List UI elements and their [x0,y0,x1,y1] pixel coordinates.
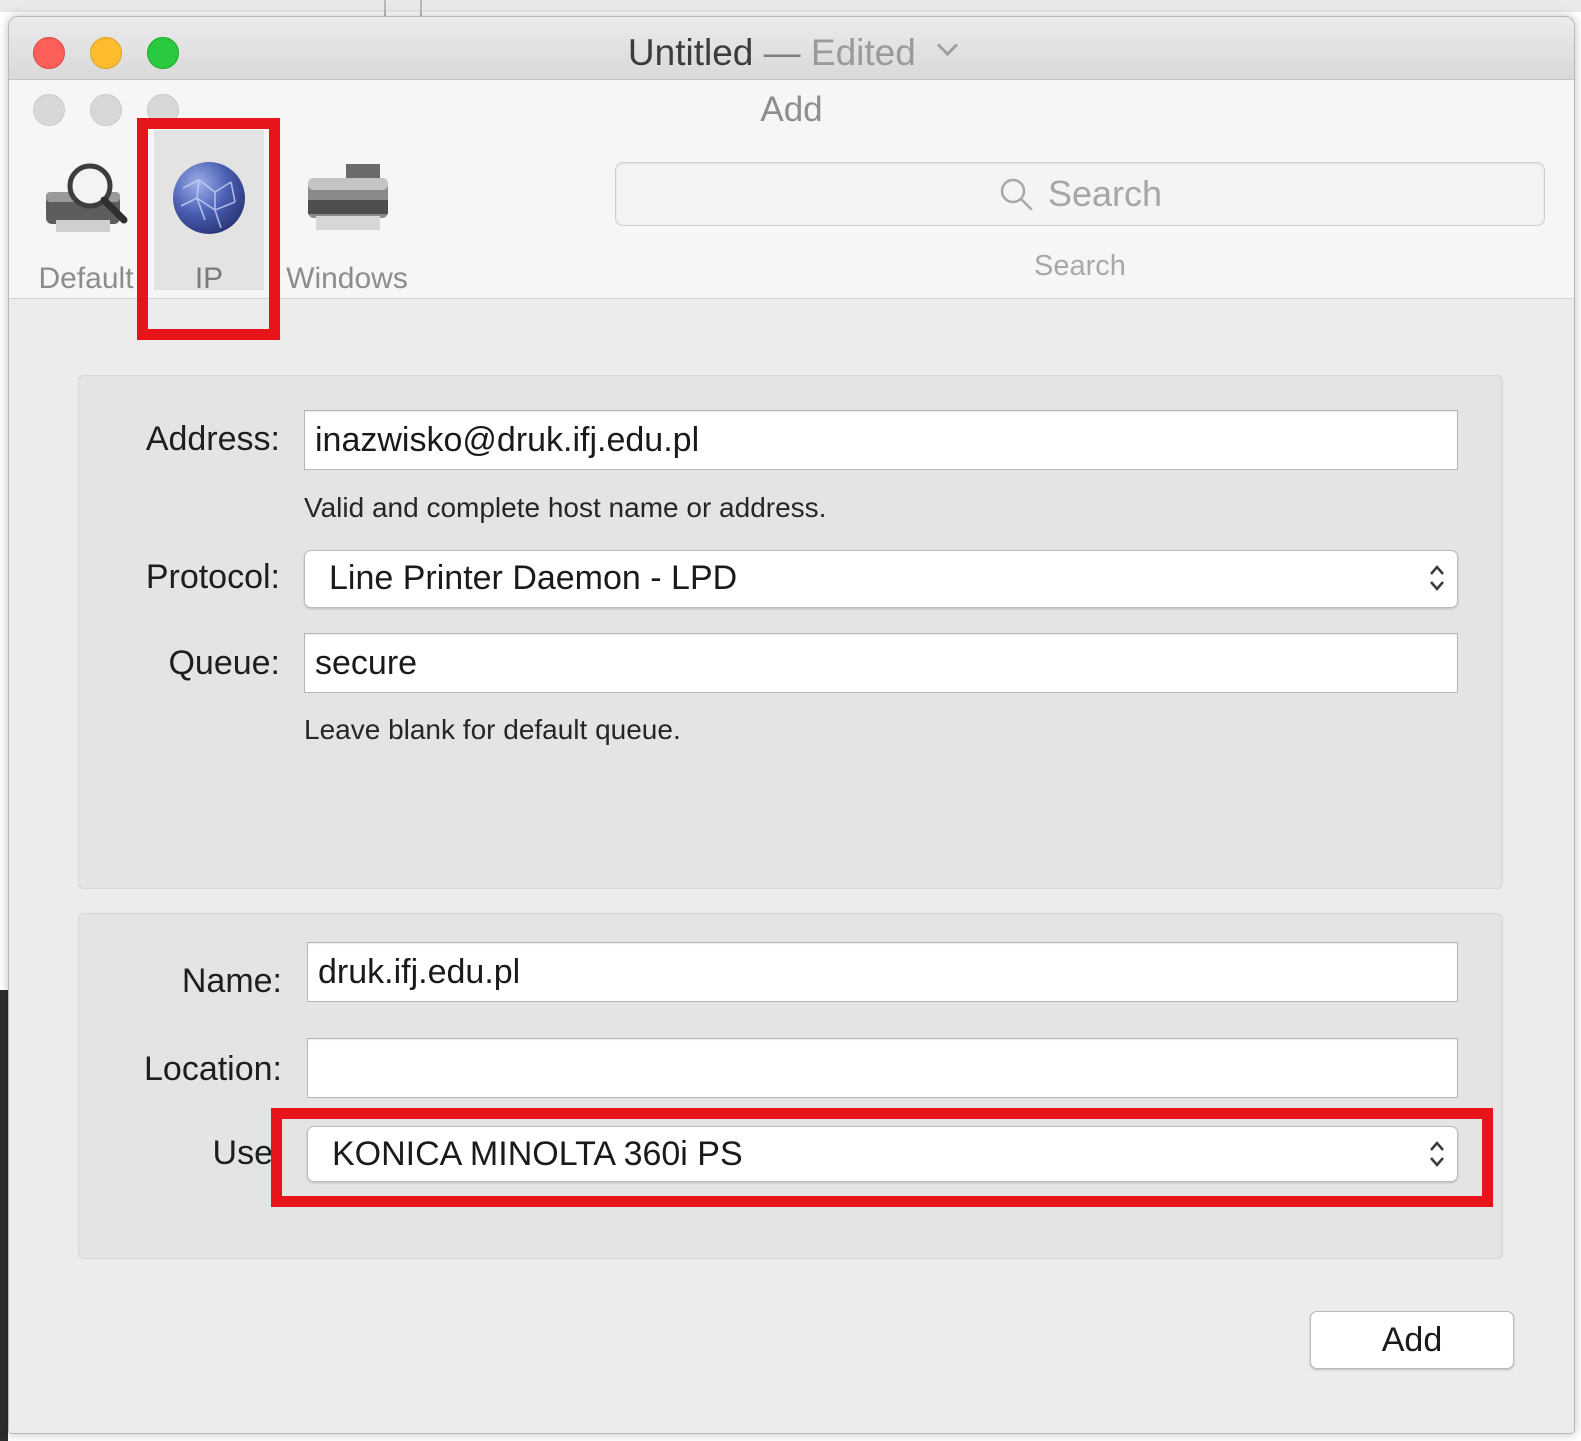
sheet-title: Add [760,90,823,129]
windows-printer-icon [308,164,388,230]
document-window: Untitled — Edited Add Default IP Windows… [8,16,1575,1434]
background-window-edge [0,990,8,1441]
protocol-value: Line Printer Daemon - LPD [329,559,738,597]
chevron-down-icon[interactable] [937,34,959,57]
toolbar-windows[interactable]: Windows [277,130,417,295]
protocol-popup[interactable]: Line Printer Daemon - LPD [304,550,1458,608]
updown-chevron-icon [1430,1141,1444,1167]
name-label: Name: [181,962,282,1000]
address-label: Address: [145,420,280,458]
toolbar-windows-label: Windows [286,262,408,295]
add-button[interactable]: Add [1310,1311,1514,1369]
search-placeholder: Search [1047,173,1163,214]
add-printer-sheet: Add Default IP Windows Search Search Add… [9,80,1574,1433]
queue-hint: Leave blank for default queue. [304,714,681,745]
location-label: Location: [144,1050,282,1088]
updown-chevron-icon [1430,565,1444,591]
globe-icon [173,162,245,234]
protocol-label: Protocol: [145,558,280,596]
ip-settings-panel: Address: inazwisko@druk.ifj.edu.pl Valid… [78,375,1503,889]
printer-details-panel: Name: druk.ifj.edu.pl Location: Use KONI… [78,913,1503,1259]
address-hint: Valid and complete host name or address. [304,492,827,523]
toolbar-ip-label: IP [194,262,224,295]
address-field[interactable]: inazwisko@druk.ifj.edu.pl [304,410,1458,470]
search-field[interactable]: Search [615,162,1545,226]
title-separator: — [763,32,801,73]
toolbar-default-label: Default [38,262,134,295]
driver-popup[interactable]: KONICA MINOLTA 360i PS [307,1126,1458,1182]
name-field[interactable]: druk.ifj.edu.pl [307,942,1458,1002]
toolbar-ip[interactable]: IP [154,130,264,295]
add-printer-toolbar: Add Default IP Windows Search Search [9,80,1574,299]
queue-label: Queue: [168,644,280,682]
background-strip [0,0,1581,12]
queue-field[interactable]: secure [304,633,1458,693]
default-printer-icon [46,163,128,232]
driver-value: KONICA MINOLTA 360i PS [332,1135,743,1173]
search-field-content: Search [616,163,1544,225]
title-bar: Untitled — Edited [9,17,1574,80]
search-caption: Search [1034,250,1126,282]
use-label: Use [212,1134,273,1172]
search-icon [1000,178,1033,211]
edited-status: Edited [810,32,916,73]
document-name: Untitled [627,32,754,73]
window-title[interactable]: Untitled — Edited [9,31,1574,75]
toolbar-default[interactable]: Default [27,130,145,295]
location-field[interactable] [307,1038,1458,1098]
